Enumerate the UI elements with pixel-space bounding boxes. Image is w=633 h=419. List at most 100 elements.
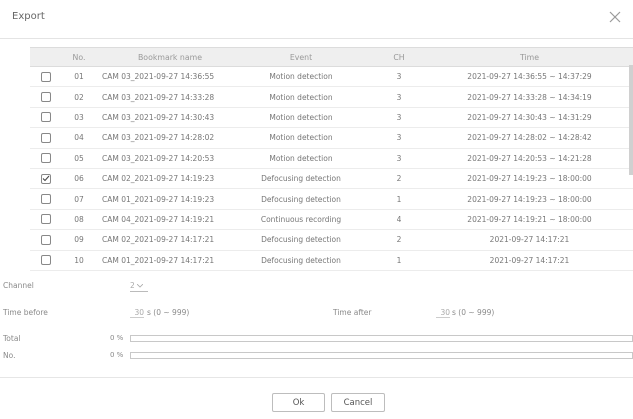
row-checkbox[interactable]: [41, 132, 51, 143]
channel-label: Channel: [3, 281, 34, 290]
row-select-cell: [30, 87, 62, 106]
total-progress-percent: 0 %: [110, 334, 124, 342]
row-no: 02: [74, 92, 84, 102]
row-time: 2021-09-27 14:33:28 ~ 14:34:19: [467, 92, 592, 102]
row-checkbox[interactable]: [41, 173, 51, 184]
row-event: Motion detection: [269, 133, 333, 143]
table-row[interactable]: 01 CAM 03_2021-09-27 14:36:55 Motion detec…: [30, 67, 633, 88]
row-select-cell: [30, 67, 62, 86]
row-ch: 2: [396, 235, 402, 245]
row-no: 07: [74, 194, 84, 204]
header-time[interactable]: Time: [426, 48, 633, 66]
table-row[interactable]: 06 CAM 02_2021-09-27 14:19:23 Defocusing d…: [30, 168, 633, 190]
row-bookmark-name: CAM 03_2021-09-27 14:36:55: [102, 72, 215, 82]
table-row[interactable]: 08 CAM 04_2021-09-27 14:19:21 Continuous r…: [30, 209, 633, 231]
row-event: Defocusing detection: [261, 255, 341, 265]
header-select-column: [30, 48, 62, 66]
row-ch: 1: [396, 194, 402, 204]
row-time: 2021-09-27 14:17:21: [489, 235, 570, 245]
table-row[interactable]: 10 CAM 01_2021-09-27 14:17:21 Defocusing d…: [30, 250, 633, 271]
time-before-range: s (0 ~ 999): [147, 308, 190, 317]
table-row[interactable]: 09 CAM 02_2021-09-27 14:17:21 Defocusing d…: [30, 230, 633, 251]
row-bookmark-name: CAM 01_2021-09-27 14:19:23: [102, 194, 215, 204]
header-event[interactable]: Event: [230, 48, 372, 66]
export-dialog: Export No. Bookmark name Event CH Time 0…: [0, 0, 633, 419]
row-time: 2021-09-27 14:17:21: [489, 255, 570, 265]
row-no: 04: [74, 133, 84, 143]
row-time: 2021-09-27 14:19:23 ~ 18:00:00: [467, 194, 592, 204]
row-checkbox[interactable]: [41, 255, 51, 266]
row-bookmark-name: CAM 02_2021-09-27 14:19:23: [102, 174, 215, 184]
row-bookmark-name: CAM 04_2021-09-27 14:19:21: [102, 214, 215, 224]
row-time: 2021-09-27 14:36:55 ~ 14:37:29: [467, 72, 592, 82]
row-checkbox[interactable]: [41, 112, 51, 123]
row-time: 2021-09-27 14:19:21 ~ 18:00:00: [467, 214, 592, 224]
checkmark-icon: [42, 175, 50, 182]
row-ch: 3: [396, 72, 402, 82]
header-ch[interactable]: CH: [372, 48, 426, 66]
row-ch: 3: [396, 133, 402, 143]
row-no: 05: [74, 153, 84, 163]
row-no: 06: [74, 174, 84, 184]
table-row[interactable]: 03 CAM 03_2021-09-27 14:30:43 Motion detec…: [30, 107, 633, 129]
row-select-cell: [30, 251, 62, 270]
channel-select[interactable]: 2: [130, 280, 148, 292]
row-select-cell: [30, 169, 62, 188]
row-event: Defocusing detection: [261, 235, 341, 245]
row-select-cell: [30, 189, 62, 208]
row-time: 2021-09-27 14:30:43 ~ 14:31:29: [467, 112, 592, 122]
row-bookmark-name: CAM 02_2021-09-27 14:17:21: [102, 235, 215, 245]
row-ch: 1: [396, 255, 402, 265]
header-bookmark-name[interactable]: Bookmark name: [100, 48, 240, 66]
bookmark-table: No. Bookmark name Event CH Time 01 CAM 03…: [30, 47, 633, 271]
header-no[interactable]: No.: [62, 48, 96, 66]
row-select-cell: [30, 149, 62, 168]
table-row[interactable]: 02 CAM 03_2021-09-27 14:33:28 Motion detec…: [30, 87, 633, 108]
row-select-cell: [30, 108, 62, 127]
chevron-down-icon: [136, 283, 143, 288]
row-checkbox[interactable]: [41, 214, 51, 225]
table-header: No. Bookmark name Event CH Time: [30, 47, 633, 67]
row-event: Continuous recording: [260, 214, 342, 224]
row-event: Motion detection: [269, 112, 333, 122]
table-row[interactable]: 07 CAM 01_2021-09-27 14:19:23 Defocusing d…: [30, 189, 633, 210]
time-after-input[interactable]: 30: [436, 307, 450, 318]
footer-divider: [0, 377, 633, 378]
row-time: 2021-09-27 14:28:02 ~ 14:28:42: [467, 133, 592, 143]
row-time: 2021-09-27 14:19:23 ~ 18:00:00: [467, 174, 592, 184]
row-checkbox[interactable]: [41, 92, 51, 103]
row-checkbox[interactable]: [41, 71, 51, 82]
total-progress-label: Total: [3, 334, 21, 343]
row-bookmark-name: CAM 03_2021-09-27 14:33:28: [102, 92, 215, 102]
row-checkbox[interactable]: [41, 194, 51, 205]
row-select-cell: [30, 128, 62, 147]
time-after-range: s (0 ~ 999): [452, 308, 495, 317]
row-bookmark-name: CAM 01_2021-09-27 14:17:21: [102, 255, 215, 265]
channel-select-value: 2: [130, 281, 135, 290]
row-event: Defocusing detection: [261, 194, 341, 204]
ok-button[interactable]: Ok: [272, 393, 325, 412]
cancel-button[interactable]: Cancel: [331, 393, 385, 412]
table-row[interactable]: 04 CAM 03_2021-09-27 14:28:02 Motion detec…: [30, 128, 633, 149]
row-no: 08: [74, 214, 84, 224]
table-row[interactable]: 05 CAM 03_2021-09-27 14:20:53 Motion detec…: [30, 148, 633, 169]
dialog-title: Export: [12, 11, 45, 22]
time-before-label: Time before: [3, 308, 48, 317]
row-select-cell: [30, 230, 62, 249]
close-icon[interactable]: [606, 8, 624, 26]
row-ch: 4: [396, 214, 402, 224]
row-event: Motion detection: [269, 92, 333, 102]
file-progress-percent: 0 %: [110, 351, 124, 359]
file-progress-label: No.: [3, 351, 16, 360]
time-after-label: Time after: [333, 308, 372, 317]
row-time: 2021-09-27 14:20:53 ~ 14:21:28: [467, 153, 592, 163]
row-event: Motion detection: [269, 153, 333, 163]
row-checkbox[interactable]: [41, 234, 51, 245]
total-progress-bar: [130, 335, 633, 342]
time-before-input[interactable]: 30: [130, 307, 144, 318]
table-scrollbar[interactable]: [629, 65, 633, 175]
row-checkbox[interactable]: [41, 153, 51, 164]
row-bookmark-name: CAM 03_2021-09-27 14:30:43: [102, 112, 215, 122]
row-no: 01: [74, 72, 84, 82]
row-event: Motion detection: [269, 72, 333, 82]
